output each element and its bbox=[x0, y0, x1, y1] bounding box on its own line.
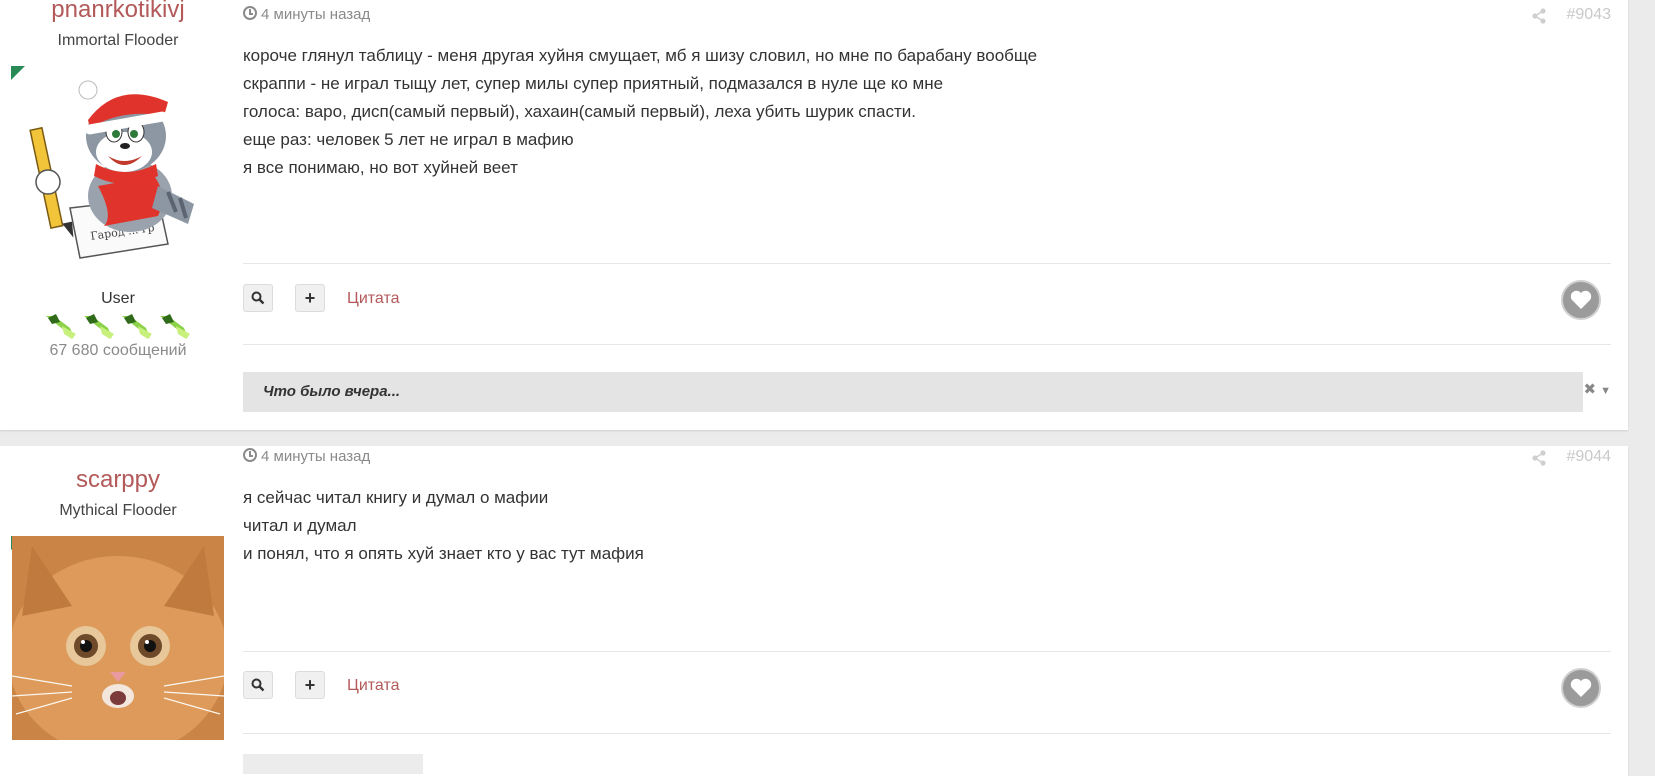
rank-badge-icon bbox=[120, 312, 154, 340]
share-icon[interactable] bbox=[1531, 450, 1547, 466]
post-line: голоса: варо, дисп(самый первый), хахаин… bbox=[243, 102, 916, 121]
divider bbox=[243, 263, 1611, 264]
post-line: и понял, что я опять хуй знает кто у вас… bbox=[243, 544, 644, 563]
post-line: скраппи - не играл тыщу лет, супер милы … bbox=[243, 74, 944, 93]
rank-badge-icon bbox=[158, 312, 192, 340]
post-line: я сейчас читал книгу и думал о мафии bbox=[243, 488, 549, 507]
plus-icon: + bbox=[304, 288, 316, 308]
post-line: я все понимаю, но вот хуйней веет bbox=[243, 158, 518, 177]
author-post-count[interactable]: 67 680 сообщений bbox=[0, 342, 236, 360]
clock-icon bbox=[243, 448, 257, 462]
post-line: еще раз: человек 5 лет не играл в мафию bbox=[243, 130, 574, 149]
author-name-link[interactable]: scarppy bbox=[0, 466, 236, 494]
post-9043: pnanrkotikivj Immortal Flooder Гарод ...… bbox=[0, 0, 1628, 430]
post-time[interactable]: 4 минуты назад bbox=[261, 448, 370, 465]
divider bbox=[243, 651, 1611, 652]
post-time[interactable]: 4 минуты назад bbox=[261, 6, 370, 23]
search-button[interactable] bbox=[243, 671, 273, 699]
plus-icon: + bbox=[304, 675, 316, 695]
post-meta: 4 минуты назад bbox=[243, 448, 370, 465]
author-name-link[interactable]: pnanrkotikivj bbox=[0, 0, 236, 24]
close-icon[interactable]: ✖ bbox=[1584, 381, 1597, 398]
post-content: короче глянул таблицу - меня другая хуйн… bbox=[243, 42, 1037, 182]
multiquote-button[interactable]: + bbox=[295, 671, 325, 699]
author-rank: Immortal Flooder bbox=[57, 32, 179, 49]
divider bbox=[243, 733, 1611, 734]
caret-down-icon[interactable]: ▼ bbox=[1600, 385, 1611, 397]
author-avatar[interactable] bbox=[12, 536, 224, 740]
author-avatar[interactable]: Гарод ... гр bbox=[18, 76, 210, 266]
divider bbox=[243, 344, 1611, 345]
rank-badge-icon bbox=[82, 312, 116, 340]
search-icon bbox=[251, 678, 265, 692]
post-line: читал и думал bbox=[243, 516, 357, 535]
search-icon bbox=[251, 291, 265, 305]
heart-icon bbox=[1570, 290, 1592, 309]
reputation-badges bbox=[0, 312, 236, 340]
multiquote-button[interactable]: + bbox=[295, 284, 325, 312]
signature-block[interactable]: Что было вчера... bbox=[243, 372, 1583, 412]
post-meta: 4 минуты назад bbox=[243, 6, 370, 23]
quote-link[interactable]: Цитата bbox=[347, 290, 400, 308]
author-rank: Mythical Flooder bbox=[59, 502, 177, 519]
post-line: короче глянул таблицу - меня другая хуйн… bbox=[243, 46, 1038, 65]
post-author-panel: scarppy Mythical Flooder bbox=[0, 446, 236, 740]
heart-icon bbox=[1570, 678, 1592, 697]
author-group: User bbox=[101, 290, 135, 307]
rank-badge-icon bbox=[44, 312, 78, 340]
quote-link[interactable]: Цитата bbox=[347, 677, 400, 695]
like-button[interactable] bbox=[1561, 668, 1601, 708]
post-author-panel: pnanrkotikivj Immortal Flooder Гарод ...… bbox=[0, 0, 236, 359]
post-number-link[interactable]: #9043 bbox=[1567, 6, 1612, 24]
post-content: я сейчас читал книгу и думал о мафии чит… bbox=[243, 484, 644, 568]
share-icon[interactable] bbox=[1531, 8, 1547, 24]
signature-controls: ✖ ▼ bbox=[1584, 380, 1611, 398]
post-number-link[interactable]: #9044 bbox=[1567, 448, 1612, 466]
search-button[interactable] bbox=[243, 284, 273, 312]
post-9044: scarppy Mythical Flooder 4 минуты назад … bbox=[0, 446, 1628, 776]
like-button[interactable] bbox=[1561, 280, 1601, 320]
signature-text: Что было вчера... bbox=[263, 383, 401, 400]
signature-block[interactable] bbox=[243, 754, 423, 774]
clock-icon bbox=[243, 6, 257, 20]
